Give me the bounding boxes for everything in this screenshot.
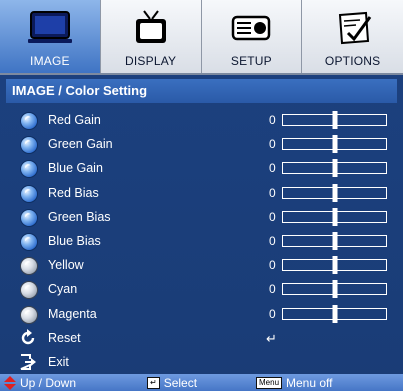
slider[interactable]	[282, 256, 387, 275]
item-value: 0	[269, 282, 276, 297]
projector-icon	[232, 15, 271, 41]
slider-knob[interactable]	[332, 304, 337, 323]
enter-icon: ↵	[266, 330, 277, 346]
menu-item-yellow[interactable]: Yellow 0	[6, 253, 397, 277]
slider[interactable]	[282, 183, 387, 202]
slider[interactable]	[282, 111, 387, 129]
item-value: 0	[269, 209, 276, 224]
monitor-icon	[27, 11, 72, 43]
item-label: Green Gain	[48, 137, 113, 152]
slider-knob[interactable]	[332, 183, 337, 202]
item-value: 0	[269, 258, 276, 273]
grey-bullet-icon	[21, 258, 37, 275]
footer-menu: Menu Menu off	[256, 374, 333, 391]
item-value: 0	[269, 161, 276, 176]
slider-knob[interactable]	[332, 207, 337, 226]
up-down-arrows-icon	[4, 375, 16, 390]
menu-item-green-bias[interactable]: Green Bias 0	[6, 205, 397, 229]
item-value: 0	[269, 137, 276, 152]
blue-bullet-icon	[21, 113, 37, 129]
grey-bullet-icon	[21, 282, 37, 299]
slider[interactable]	[282, 207, 387, 226]
blue-bullet-icon	[21, 161, 37, 178]
tv-icon	[135, 10, 166, 43]
slider-knob[interactable]	[332, 231, 337, 250]
footer-label: Up / Down	[20, 375, 77, 390]
menu-item-magenta[interactable]: Magenta 0	[6, 302, 397, 326]
exit-icon	[20, 353, 36, 370]
menu-key-icon: Menu	[256, 376, 283, 389]
blue-bullet-icon	[21, 137, 37, 154]
menu-item-reset[interactable]: Reset ↵	[6, 326, 397, 350]
slider[interactable]	[282, 135, 387, 154]
item-label: Cyan	[48, 282, 78, 297]
menu-item-cyan[interactable]: Cyan 0	[6, 277, 397, 301]
item-label: Yellow	[48, 258, 84, 273]
slider[interactable]	[282, 231, 387, 250]
item-label: Exit	[48, 354, 69, 369]
item-label: Green Bias	[48, 209, 111, 224]
item-value: 0	[269, 234, 276, 249]
item-label: Blue Bias	[48, 234, 101, 249]
tab-image[interactable]: IMAGE	[0, 0, 101, 73]
reset-icon	[21, 328, 35, 344]
tab-setup[interactable]: SETUP	[201, 0, 303, 73]
tab-label: IMAGE	[30, 54, 70, 68]
footer-label: Menu off	[286, 375, 333, 390]
item-value: 0	[269, 113, 276, 128]
footer-help-bar: Up / Down ↵ Select Menu Menu off	[0, 374, 403, 391]
tab-options[interactable]: OPTIONS	[302, 0, 403, 73]
item-value: 0	[269, 185, 276, 200]
blue-bullet-icon	[21, 209, 37, 226]
tab-display[interactable]: DISPLAY	[100, 0, 202, 73]
menu-item-green-gain[interactable]: Green Gain 0	[6, 132, 397, 156]
footer-label: Select	[163, 375, 198, 390]
tab-label: OPTIONS	[324, 54, 381, 68]
item-label: Red Bias	[48, 185, 99, 200]
item-label: Blue Gain	[48, 161, 103, 176]
blue-bullet-icon	[21, 233, 37, 250]
blue-bullet-icon	[21, 185, 37, 202]
tab-label: DISPLAY	[125, 54, 177, 68]
menu-item-red-gain[interactable]: Red Gain 0	[6, 108, 397, 132]
page-title: IMAGE / Color Setting	[6, 79, 397, 103]
slider-knob[interactable]	[332, 256, 337, 275]
menu-item-blue-bias[interactable]: Blue Bias 0	[6, 229, 397, 253]
slider[interactable]	[282, 280, 387, 299]
options-icon	[338, 11, 371, 45]
slider-knob[interactable]	[332, 280, 337, 299]
tab-bar: IMAGE DISPLAY SETUP OPTIONS	[0, 0, 403, 75]
slider[interactable]	[282, 304, 387, 323]
osd-menu: IMAGE DISPLAY SETUP OPTIONS IMAGE / Colo…	[0, 0, 403, 391]
footer-select: ↵ Select	[147, 374, 197, 391]
enter-key-icon: ↵	[147, 376, 160, 389]
item-value: 0	[269, 306, 276, 321]
item-label: Reset	[48, 330, 81, 345]
slider-knob[interactable]	[332, 111, 337, 129]
grey-bullet-icon	[21, 306, 37, 323]
slider-knob[interactable]	[332, 159, 337, 178]
menu-item-exit[interactable]: Exit	[6, 350, 397, 374]
footer-updown: Up / Down	[3, 374, 76, 391]
tab-label: SETUP	[230, 54, 272, 68]
menu-item-blue-gain[interactable]: Blue Gain 0	[6, 156, 397, 180]
settings-list: Red Gain 0 Green Gain 0 Blue Gain 0 Red …	[6, 108, 397, 374]
slider-knob[interactable]	[332, 135, 337, 154]
item-label: Magenta	[48, 306, 97, 321]
slider[interactable]	[282, 159, 387, 178]
item-label: Red Gain	[48, 113, 101, 128]
menu-item-red-bias[interactable]: Red Bias 0	[6, 181, 397, 205]
